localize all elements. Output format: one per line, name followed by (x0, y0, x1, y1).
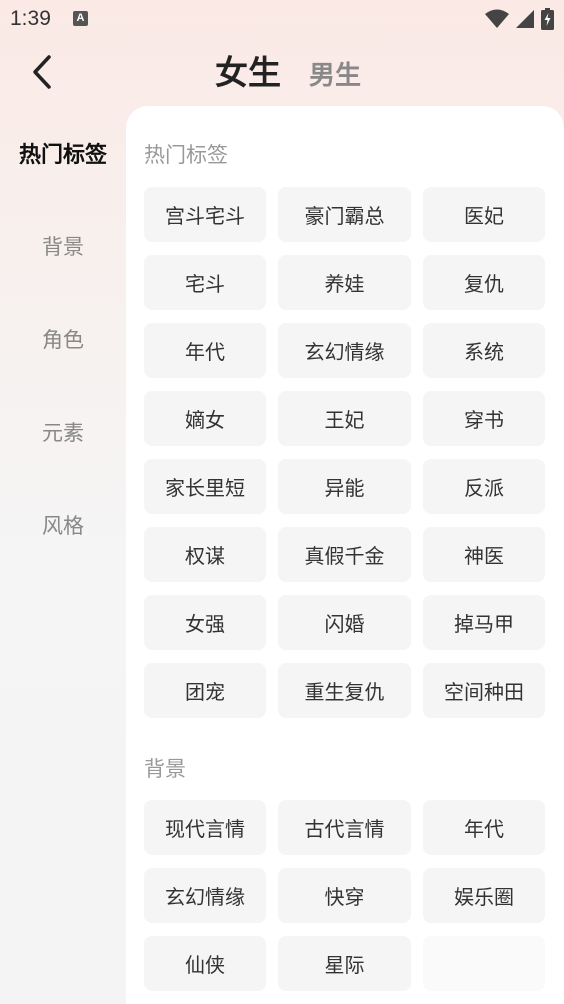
tag-button[interactable]: 穿书 (423, 391, 545, 446)
tag-button[interactable]: 养娃 (278, 255, 411, 310)
tag-button[interactable]: 空间种田 (423, 663, 545, 718)
tag-button[interactable]: 掉马甲 (423, 595, 545, 650)
status-bar: 1:39 A (0, 0, 564, 40)
tag-button[interactable]: 娱乐圈 (423, 868, 545, 923)
wifi-icon (485, 9, 509, 28)
tag-button[interactable]: 宅斗 (144, 255, 266, 310)
tag-button[interactable]: 医妃 (423, 187, 545, 242)
tag-button[interactable]: 年代 (144, 323, 266, 378)
tag-button[interactable]: 年代 (423, 800, 545, 855)
tag-button[interactable]: 快穿 (278, 868, 411, 923)
tag-button[interactable]: 玄幻情缘 (144, 868, 266, 923)
signal-icon (516, 10, 534, 28)
tab-female[interactable]: 女生 (215, 46, 281, 94)
section-title-background: 背景 (144, 757, 186, 781)
status-time: 1:39 (10, 7, 51, 30)
tag-button[interactable]: 真假千金 (278, 527, 411, 582)
tag-button[interactable]: 权谋 (144, 527, 266, 582)
section-title-hot-tags: 热门标签 (144, 143, 228, 167)
tag-button[interactable]: 团宠 (144, 663, 266, 718)
tag-button[interactable]: 神医 (423, 527, 545, 582)
back-button[interactable] (22, 50, 62, 94)
tag-button[interactable]: 系统 (423, 323, 545, 378)
tag-button[interactable]: 复仇 (423, 255, 545, 310)
hot-tags-grid: 宫斗宅斗 豪门霸总 医妃 宅斗 养娃 复仇 年代 玄幻情缘 系统 嫡女 王妃 穿… (144, 187, 546, 718)
tag-button[interactable]: 宫斗宅斗 (144, 187, 266, 242)
tag-button[interactable]: 豪门霸总 (278, 187, 411, 242)
sidebar-item-background[interactable]: 背景 (0, 199, 126, 292)
sidebar-item-role[interactable]: 角色 (0, 292, 126, 385)
gender-tabs: 女生 男生 (215, 46, 361, 94)
tag-button[interactable]: 星际 (278, 936, 411, 991)
tag-button[interactable]: 现代言情 (144, 800, 266, 855)
sidebar-item-style[interactable]: 风格 (0, 478, 126, 571)
tab-male[interactable]: 男生 (309, 55, 361, 92)
chevron-left-icon (33, 55, 51, 89)
tag-button[interactable]: 反派 (423, 459, 545, 514)
tag-button[interactable]: 家长里短 (144, 459, 266, 514)
background-tags-grid: 现代言情 古代言情 年代 玄幻情缘 快穿 娱乐圈 仙侠 星际 (144, 800, 546, 991)
header: 女生 男生 (0, 40, 564, 106)
tag-button[interactable]: 古代言情 (278, 800, 411, 855)
sidebar-item-element[interactable]: 元素 (0, 385, 126, 478)
tag-button[interactable]: 嫡女 (144, 391, 266, 446)
status-icons (485, 8, 554, 30)
tag-button[interactable]: 女强 (144, 595, 266, 650)
sidebar-item-hot-tags[interactable]: 热门标签 (0, 106, 126, 199)
tag-button[interactable]: 异能 (278, 459, 411, 514)
tag-button[interactable]: 仙侠 (144, 936, 266, 991)
tag-button[interactable]: 王妃 (278, 391, 411, 446)
tag-panel[interactable]: 热门标签 宫斗宅斗 豪门霸总 医妃 宅斗 养娃 复仇 年代 玄幻情缘 系统 嫡女… (126, 106, 564, 1004)
tag-button[interactable]: 闪婚 (278, 595, 411, 650)
notification-badge-icon: A (73, 11, 88, 26)
category-sidebar: 热门标签 背景 角色 元素 风格 (0, 106, 126, 1004)
tag-button[interactable]: 玄幻情缘 (278, 323, 411, 378)
battery-icon (541, 8, 554, 30)
tag-button[interactable]: 重生复仇 (278, 663, 411, 718)
tag-button[interactable] (423, 936, 545, 991)
